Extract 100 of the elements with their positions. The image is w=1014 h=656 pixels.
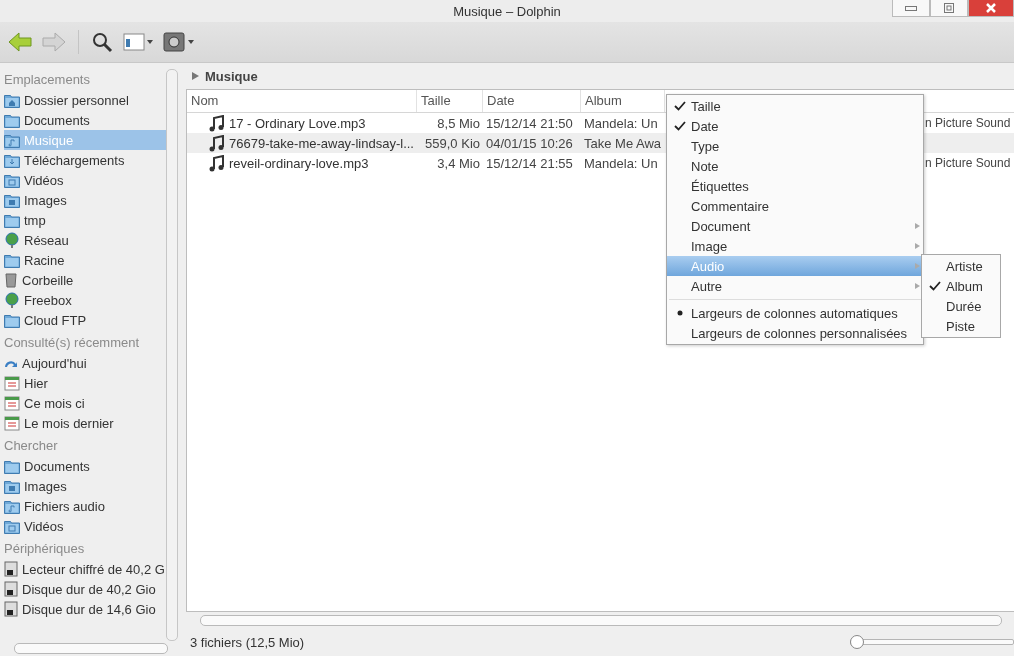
- scrollbar[interactable]: [14, 642, 168, 654]
- sidebar-item[interactable]: Vidéos: [4, 516, 168, 536]
- table-cell-text: n Picture Sound: [924, 116, 1011, 130]
- view-mode-button[interactable]: [121, 30, 155, 54]
- sidebar-item[interactable]: Racine: [4, 250, 168, 270]
- sidebar-item[interactable]: Hier: [4, 373, 168, 393]
- zoom-slider[interactable]: [850, 635, 1014, 649]
- table-cell-text: 3,4 Mio: [436, 155, 481, 171]
- table-cell-text: 559,0 Kio: [424, 135, 481, 151]
- menu-item[interactable]: Date: [667, 116, 923, 136]
- trash-icon: [4, 272, 18, 288]
- minimize-icon: [905, 5, 917, 11]
- sidebar-item[interactable]: Réseau: [4, 230, 168, 250]
- sidebar-item[interactable]: Ce mois ci: [4, 393, 168, 413]
- maximize-icon: [944, 3, 954, 13]
- globe-icon: [4, 232, 20, 248]
- menu-item[interactable]: Album: [922, 276, 1000, 296]
- download-folder-icon: [4, 152, 20, 168]
- sidebar-item[interactable]: Téléchargements: [4, 150, 168, 170]
- sidebar-item[interactable]: Lecteur chiffré de 40,2 G: [4, 559, 168, 579]
- folder-icon: [4, 212, 20, 228]
- file-name: 17 - Ordinary Love.mp3: [229, 115, 366, 131]
- music-note-icon: [209, 114, 225, 132]
- menu-item[interactable]: Largeurs de colonnes personnalisées: [667, 323, 923, 343]
- table-cell-text: Mandela: Un: [583, 155, 659, 171]
- close-icon: [985, 3, 997, 13]
- music-folder-icon: [4, 132, 20, 148]
- column-header[interactable]: Taille: [417, 90, 483, 112]
- window-title: Musique – Dolphin: [453, 3, 561, 19]
- home-folder-icon: [4, 92, 20, 108]
- sidebar-heading: Consulté(s) récemment: [4, 334, 141, 352]
- scrollbar[interactable]: [166, 69, 178, 641]
- menu-item[interactable]: Document: [667, 216, 923, 236]
- drive-icon: [4, 561, 18, 577]
- folder-icon: [4, 458, 20, 474]
- sidebar-item[interactable]: Documents: [4, 456, 168, 476]
- drive-icon: [4, 581, 18, 597]
- table-cell-text: Take Me Awa: [583, 135, 663, 151]
- folder-icon: [4, 112, 20, 128]
- forward-button[interactable]: [40, 30, 68, 54]
- menu-item[interactable]: Type: [667, 136, 923, 156]
- menu-item[interactable]: Étiquettes: [667, 176, 923, 196]
- menu-item[interactable]: Artiste: [922, 256, 1000, 276]
- column-header[interactable]: Date: [483, 90, 581, 112]
- column-header[interactable]: Album: [581, 90, 665, 112]
- music-note-icon: [209, 134, 225, 152]
- sidebar-heading: Chercher: [4, 437, 59, 455]
- file-name: reveil-ordinary-love.mp3: [229, 155, 369, 171]
- calendar-icon: [4, 375, 20, 391]
- video-folder-icon: [4, 518, 20, 534]
- table-cell-text: 8,5 Mio: [436, 115, 481, 131]
- menu-item[interactable]: Durée: [922, 296, 1000, 316]
- sidebar-item[interactable]: Fichiers audio: [4, 496, 168, 516]
- menu-item[interactable]: Taille: [667, 96, 923, 116]
- globe-icon: [4, 292, 20, 308]
- sidebar-item[interactable]: tmp: [4, 210, 168, 230]
- slider-thumb[interactable]: [850, 635, 864, 649]
- folder-icon: [4, 312, 20, 328]
- table-cell-text: Mandela: Un: [583, 115, 659, 131]
- close-button[interactable]: [968, 0, 1014, 17]
- sidebar-item[interactable]: Images: [4, 476, 168, 496]
- menu-item[interactable]: Largeurs de colonnes automatiques: [667, 303, 923, 323]
- menu-item[interactable]: Note: [667, 156, 923, 176]
- settings-button[interactable]: [161, 29, 197, 55]
- submenu-arrow-icon: [915, 243, 920, 249]
- sidebar-item[interactable]: Aujourd'hui: [4, 353, 168, 373]
- maximize-button[interactable]: [930, 0, 968, 17]
- sidebar-item[interactable]: Dossier personnel: [4, 90, 168, 110]
- sidebar-heading: Périphériques: [4, 540, 86, 558]
- music-folder-icon: [4, 498, 20, 514]
- sidebar-item[interactable]: Corbeille: [4, 270, 168, 290]
- sidebar-item[interactable]: Freebox: [4, 290, 168, 310]
- menu-item[interactable]: Image: [667, 236, 923, 256]
- sidebar-item[interactable]: Disque dur de 40,2 Gio: [4, 579, 168, 599]
- table-cell-text: n Picture Sound: [924, 156, 1011, 170]
- table-cell-text: 15/12/14 21:55: [485, 155, 574, 171]
- table-cell-text: 15/12/14 21:50: [485, 115, 574, 131]
- image-folder-icon: [4, 478, 20, 494]
- music-note-icon: [209, 154, 225, 172]
- file-name: 76679-take-me-away-lindsay-l...: [229, 135, 414, 151]
- sidebar-item[interactable]: Vidéos: [4, 170, 168, 190]
- expand-arrow-icon: [192, 72, 199, 80]
- video-folder-icon: [4, 172, 20, 188]
- minimize-button[interactable]: [892, 0, 930, 17]
- sidebar-heading: Emplacements: [4, 71, 91, 89]
- sidebar-item[interactable]: Cloud FTP: [4, 310, 168, 330]
- back-button[interactable]: [6, 30, 34, 54]
- menu-item[interactable]: Piste: [922, 316, 1000, 336]
- sidebar-item[interactable]: Le mois dernier: [4, 413, 168, 433]
- calendar-icon: [4, 395, 20, 411]
- column-header[interactable]: Nom: [187, 90, 417, 112]
- breadcrumb[interactable]: Musique: [205, 68, 258, 84]
- folder-icon: [4, 252, 20, 268]
- sidebar-item[interactable]: Documents: [4, 110, 168, 130]
- menu-item[interactable]: Commentaire: [667, 196, 923, 216]
- calendar-icon: [4, 415, 20, 431]
- status-text: 3 fichiers (12,5 Mio): [190, 634, 305, 650]
- sidebar-item[interactable]: Images: [4, 190, 168, 210]
- scrollbar[interactable]: [200, 614, 1002, 626]
- sidebar-item[interactable]: Disque dur de 14,6 Gio: [4, 599, 168, 619]
